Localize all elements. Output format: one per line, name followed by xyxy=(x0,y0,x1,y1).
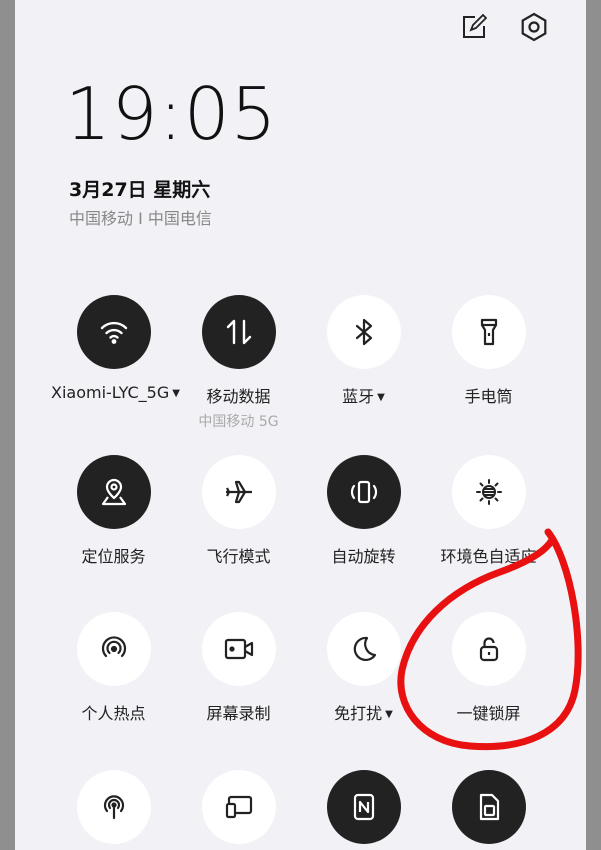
tile-screen-cast[interactable] xyxy=(176,770,301,844)
tile-do-not-disturb[interactable]: 免打扰 ▼ xyxy=(301,612,426,724)
tile-nfc[interactable] xyxy=(301,770,426,844)
edit-icon[interactable] xyxy=(457,10,491,44)
lock-icon xyxy=(451,612,526,686)
broadcast-icon xyxy=(76,770,151,844)
date-text: 3月27日 星期六 xyxy=(69,179,211,201)
location-icon xyxy=(76,455,151,529)
tile-bluetooth[interactable]: 蓝牙 ▼ xyxy=(301,295,426,407)
airplane-icon xyxy=(201,455,276,529)
nfc-icon xyxy=(326,770,401,844)
settings-icon[interactable] xyxy=(517,10,551,44)
tile-airplane[interactable]: 飞行模式 xyxy=(176,455,301,567)
tile-rotate[interactable]: 自动旋转 xyxy=(301,455,426,567)
control-center-panel: 19:05 3月27日 星期六 中国移动 I 中国电信 Xiaomi-LYC_5… xyxy=(15,0,586,850)
tile-location[interactable]: 定位服务 xyxy=(51,455,176,567)
screen-record-icon xyxy=(201,612,276,686)
tile-flashlight[interactable]: 手电筒 xyxy=(426,295,551,407)
tile-broadcast[interactable] xyxy=(51,770,176,844)
clock-time: 19:05 xyxy=(65,72,278,156)
tile-screen-record[interactable]: 屏幕录制 xyxy=(176,612,301,724)
moon-icon xyxy=(326,612,401,686)
bluetooth-icon xyxy=(326,295,401,369)
wifi-icon xyxy=(76,295,151,369)
tile-sim-card[interactable] xyxy=(426,770,551,844)
flashlight-icon xyxy=(451,295,526,369)
hotspot-icon xyxy=(76,612,151,686)
screen-cast-icon xyxy=(201,770,276,844)
tile-wifi[interactable]: Xiaomi-LYC_5G ▼ xyxy=(51,295,180,402)
rotate-icon xyxy=(326,455,401,529)
ambient-color-icon xyxy=(451,455,526,529)
carrier-text: 中国移动 I 中国电信 xyxy=(69,209,212,228)
tile-hotspot[interactable]: 个人热点 xyxy=(51,612,176,724)
sim-card-icon xyxy=(451,770,526,844)
tile-mobile-data[interactable]: 移动数据 中国移动 5G xyxy=(176,295,301,431)
tile-lock-screen[interactable]: 一键锁屏 xyxy=(426,612,551,724)
data-arrows-icon xyxy=(201,295,276,369)
tile-ambient-color[interactable]: 环境色自适应 xyxy=(426,455,551,567)
